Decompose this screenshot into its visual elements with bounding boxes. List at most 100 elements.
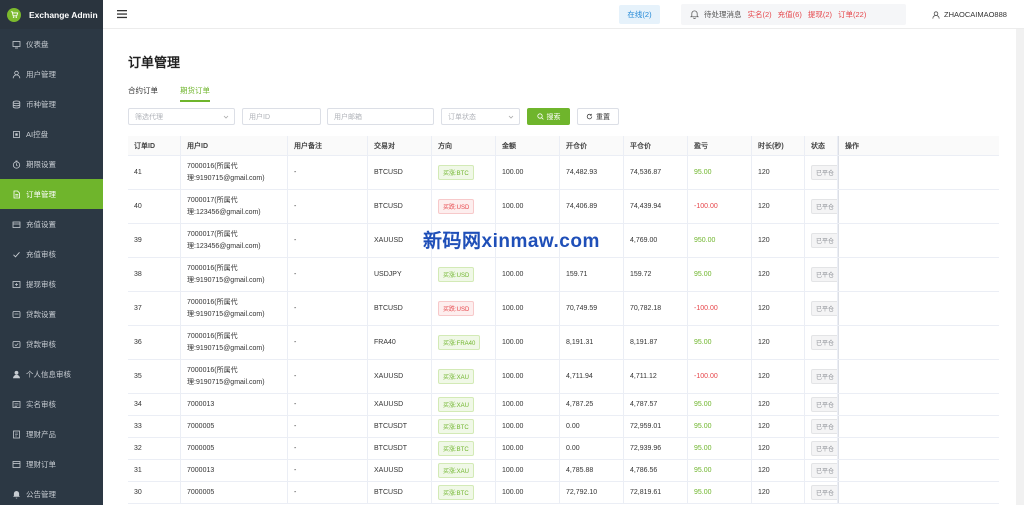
cell-amount: 100.00 xyxy=(496,460,560,481)
direction-tag: 买涨:XAU xyxy=(438,463,475,478)
duration-value: 120 xyxy=(758,373,770,380)
sidebar-item-withdraw[interactable]: 提现审核 xyxy=(0,269,103,299)
cell-open: 0.00 xyxy=(560,416,624,437)
duration-value: 120 xyxy=(758,445,770,452)
badge-withdraw[interactable]: 提现(2) xyxy=(808,9,832,20)
id-value: 33 xyxy=(134,423,142,430)
sidebar-item-audit[interactable]: 贷款审核 xyxy=(0,329,103,359)
pnl-value: -100.00 xyxy=(694,203,718,210)
cell-direction: 买涨:XAU xyxy=(432,394,496,415)
user-id-line: 7000013 xyxy=(187,400,215,408)
sidebar-item-check[interactable]: 充值审核 xyxy=(0,239,103,269)
cell-pair: XAUUSD xyxy=(368,360,432,393)
sidebar-item-id-card[interactable]: 实名审核 xyxy=(0,389,103,419)
cell-actions xyxy=(838,326,999,359)
user-id-line: 7000005 xyxy=(187,444,215,452)
agent-select[interactable]: 筛选代理 xyxy=(128,108,235,125)
user-id-text: 7000005 xyxy=(187,487,214,499)
open-value: 4,787.25 xyxy=(566,401,594,408)
cell-pnl: 95.00 xyxy=(688,460,752,481)
duration-value: 120 xyxy=(758,203,770,210)
sidebar-item-person[interactable]: 个人信息审核 xyxy=(0,359,103,389)
cell-open: 4,711.94 xyxy=(560,360,624,393)
user-menu[interactable]: ZHAOCAIMAO888 xyxy=(932,10,1007,19)
user-agent-line: 理:9190715@gmail.com) xyxy=(187,344,265,352)
page-scrollbar[interactable] xyxy=(1016,29,1024,505)
cell-pnl: 95.00 xyxy=(688,156,752,189)
user-agent-line: 理:9190715@gmail.com) xyxy=(187,378,265,386)
cell-pnl: 95.00 xyxy=(688,258,752,291)
sidebar-item-bell[interactable]: 公告管理 xyxy=(0,479,103,505)
user-id-text: 7000017(所属代 理:123456@gmail.com) xyxy=(187,195,261,219)
cell-pair: XAUUSD xyxy=(368,394,432,415)
cell-open: 72,792.10 xyxy=(560,482,624,503)
online-users-button[interactable]: 在线(2) xyxy=(619,5,660,24)
column-header-pnl: 盈亏 xyxy=(688,136,752,155)
sidebar-item-label: 贷款审核 xyxy=(26,339,56,349)
remark-value: - xyxy=(294,271,297,278)
page-title: 订单管理 xyxy=(128,55,181,70)
cell-pair: BTCUSD xyxy=(368,190,432,223)
reset-label: 重置 xyxy=(596,113,610,121)
pair-value: XAUUSD xyxy=(374,401,404,408)
column-header-duration: 时长(秒) xyxy=(752,136,805,155)
badge-orders[interactable]: 订单(22) xyxy=(838,9,866,20)
cell-close: 70,782.18 xyxy=(624,292,688,325)
product-icon xyxy=(12,430,21,439)
cell-remark: - xyxy=(288,394,368,415)
sidebar-item-label: 理财产品 xyxy=(26,429,56,439)
watermark: 新码网xinmaw.com xyxy=(423,231,600,252)
sidebar-item-document[interactable]: 订单管理 xyxy=(0,179,103,209)
sidebar-item-order[interactable]: 理财订单 xyxy=(0,449,103,479)
sidebar-item-wallet[interactable]: 充值设置 xyxy=(0,209,103,239)
cell-duration: 120 xyxy=(752,258,805,291)
cell-remark: - xyxy=(288,482,368,503)
badge-recharge[interactable]: 充值(6) xyxy=(778,9,802,20)
close-value: 4,787.57 xyxy=(630,401,658,408)
table-row: 30 7000005 - BTCUSD 买涨:BTC 100.00 72,792.10 72,… xyxy=(128,482,999,504)
tab-futures-orders[interactable]: 期货订单 xyxy=(180,85,210,102)
cell-actions xyxy=(838,394,999,415)
user-id-input[interactable]: 用户ID xyxy=(242,108,321,125)
sidebar-item-dashboard[interactable]: 仪表盘 xyxy=(0,29,103,59)
cell-status: 已平仓 xyxy=(805,224,838,257)
remark-value: - xyxy=(294,237,297,244)
tab-contract-orders[interactable]: 合约订单 xyxy=(128,85,158,102)
user-id-text: 7000016(所属代 理:9190715@gmail.com) xyxy=(187,263,265,287)
sidebar-item-label: 用户管理 xyxy=(26,69,56,79)
order-status-select[interactable]: 订单状态 xyxy=(441,108,520,125)
cell-duration: 120 xyxy=(752,156,805,189)
user-email-input[interactable]: 用户邮箱 xyxy=(327,108,434,125)
search-button[interactable]: 搜索 xyxy=(527,108,570,125)
cell-open: 74,482.93 xyxy=(560,156,624,189)
id-value: 30 xyxy=(134,489,142,496)
sidebar-item-ai[interactable]: AI控盘 xyxy=(0,119,103,149)
sidebar-item-user[interactable]: 用户管理 xyxy=(0,59,103,89)
sidebar-item-loan[interactable]: 贷款设置 xyxy=(0,299,103,329)
badge-realname[interactable]: 实名(2) xyxy=(748,9,772,20)
close-value: 72,959.01 xyxy=(630,423,662,430)
reset-button[interactable]: 重置 xyxy=(577,108,619,125)
sidebar-item-product[interactable]: 理财产品 xyxy=(0,419,103,449)
open-value: 4,785.88 xyxy=(566,467,594,474)
duration-value: 120 xyxy=(758,169,770,176)
cell-actions xyxy=(838,416,999,437)
cell-pair: BTCUSD xyxy=(368,156,432,189)
id-value: 37 xyxy=(134,305,142,312)
sidebar-item-database[interactable]: 币种管理 xyxy=(0,89,103,119)
cell-pair: FRA40 xyxy=(368,326,432,359)
menu-toggle-icon[interactable] xyxy=(117,9,128,19)
open-value: 4,711.94 xyxy=(566,373,593,380)
sidebar-item-label: 理财订单 xyxy=(26,459,56,469)
amount-value: 100.00 xyxy=(502,271,524,278)
cell-direction: 买涨:USD xyxy=(432,258,496,291)
cell-actions xyxy=(838,482,999,503)
brand[interactable]: Exchange Admin xyxy=(0,0,103,29)
timer-icon xyxy=(12,160,21,169)
sidebar-item-timer[interactable]: 期限设置 xyxy=(0,149,103,179)
sidebar-item-label: AI控盘 xyxy=(26,129,49,139)
cell-pnl: 95.00 xyxy=(688,416,752,437)
cell-close: 74,536.87 xyxy=(624,156,688,189)
search-label: 搜索 xyxy=(546,113,561,121)
close-value: 70,782.18 xyxy=(630,305,662,312)
